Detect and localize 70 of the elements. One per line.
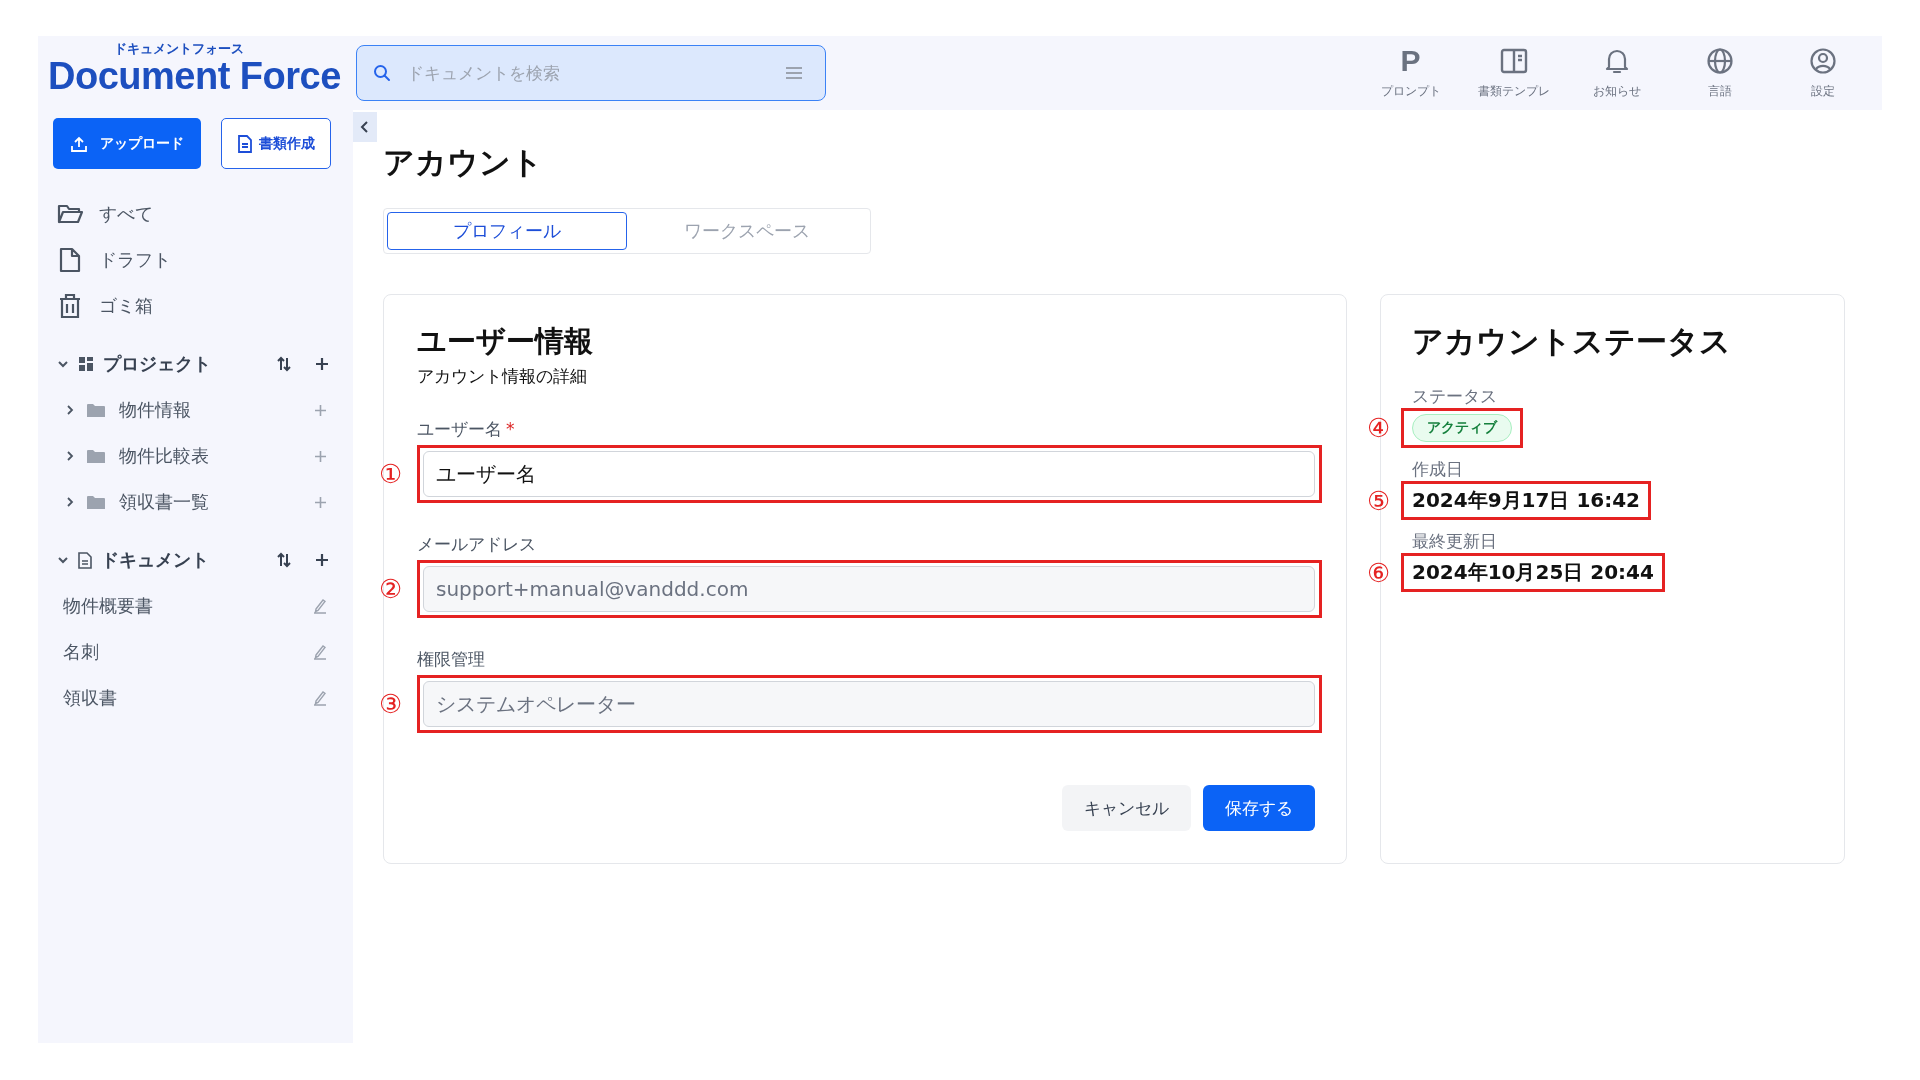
- header-action-button[interactable]: P プロンプト: [1359, 46, 1462, 100]
- tab[interactable]: プロフィール: [387, 212, 627, 250]
- annotation-number: ③: [379, 691, 403, 717]
- file-icon: [57, 247, 83, 273]
- card-subtitle: アカウント情報の詳細: [417, 365, 588, 388]
- document-item[interactable]: 領収書: [63, 686, 313, 710]
- document-item[interactable]: 物件概要書: [63, 594, 313, 618]
- field-label: メールアドレス: [417, 533, 537, 556]
- chevron-icon: [360, 121, 370, 133]
- status-label: ステータス: [1412, 385, 1498, 408]
- sidebar-nav-item[interactable]: すべて: [53, 191, 337, 237]
- create-document-button[interactable]: 書類作成: [221, 118, 331, 169]
- header-action-button[interactable]: 言語: [1668, 46, 1771, 100]
- chevron-icon[interactable]: [65, 497, 75, 507]
- folder-item[interactable]: 物件比較表: [119, 444, 302, 468]
- annotation-number: ⑤: [1367, 487, 1391, 514]
- search-field[interactable]: ドキュメントを検索: [405, 62, 771, 84]
- status-badge: アクティブ: [1412, 414, 1512, 442]
- status-label: 最終更新日: [1412, 530, 1498, 553]
- document-item[interactable]: 名刺: [63, 640, 313, 664]
- chevron-icon[interactable]: [65, 451, 75, 461]
- date-value: 2024年10月25日 20:44: [1412, 559, 1654, 586]
- required-mark: *: [506, 419, 515, 439]
- book-icon: [1499, 46, 1528, 75]
- annotation-number: ①: [379, 461, 403, 487]
- annotation-number: ⑥: [1367, 559, 1391, 586]
- field-label: 権限管理: [417, 648, 486, 671]
- app-logo: ドキュメントフォース Document Force: [47, 40, 342, 99]
- header-action-button[interactable]: 書類テンプレ: [1462, 46, 1565, 100]
- page-title: アカウント: [383, 143, 544, 182]
- chevron-icon[interactable]: [65, 405, 75, 415]
- document-icon: [237, 134, 253, 153]
- upload-icon: [70, 134, 88, 153]
- annotation-number: ④: [1367, 415, 1391, 441]
- save-button[interactable]: 保存する: [1203, 785, 1315, 831]
- card-title: ユーザー情報: [417, 323, 594, 359]
- card-title: アカウントステータス: [1412, 323, 1732, 359]
- date-value: 2024年9月17日 16:42: [1412, 487, 1641, 514]
- collapse-sidebar-button[interactable]: [353, 112, 377, 142]
- chevron-icon[interactable]: [57, 358, 69, 370]
- text-field[interactable]: ユーザー名: [423, 451, 1315, 497]
- document-icon: [78, 551, 92, 569]
- section-title[interactable]: ドキュメント: [101, 548, 209, 572]
- header-action-button[interactable]: 設定: [1771, 46, 1874, 100]
- cancel-button[interactable]: キャンセル: [1062, 785, 1191, 831]
- folder-item[interactable]: 物件情報: [119, 398, 302, 422]
- folder-icon: [87, 402, 105, 418]
- sidebar-nav-item[interactable]: ゴミ箱: [53, 283, 337, 329]
- folder-item[interactable]: 領収書一覧: [119, 490, 302, 514]
- globe-icon: [1705, 46, 1734, 75]
- sort-icon[interactable]: [276, 552, 292, 568]
- sidebar-nav-item[interactable]: ドラフト: [53, 237, 337, 283]
- status-label: 作成日: [1412, 458, 1464, 481]
- trash-icon: [57, 293, 83, 319]
- folder-icon: [87, 448, 105, 464]
- field-label: ユーザー名 *: [417, 418, 516, 441]
- upload-button[interactable]: アップロード: [53, 118, 201, 169]
- search-icon: [373, 64, 391, 82]
- annotation-number: ②: [379, 576, 403, 602]
- chevron-icon[interactable]: [57, 554, 69, 566]
- header-action-button[interactable]: お知らせ: [1565, 46, 1668, 100]
- add-icon[interactable]: [315, 553, 329, 567]
- folder-icon: [57, 203, 83, 225]
- search-bar[interactable]: ドキュメントを検索: [356, 45, 826, 101]
- user-icon: [1808, 46, 1837, 75]
- folder-icon: [87, 494, 105, 510]
- sort-icon[interactable]: [276, 356, 292, 372]
- section-title[interactable]: プロジェクト: [103, 352, 211, 376]
- add-icon[interactable]: [315, 357, 329, 371]
- grid-icon: [78, 356, 94, 372]
